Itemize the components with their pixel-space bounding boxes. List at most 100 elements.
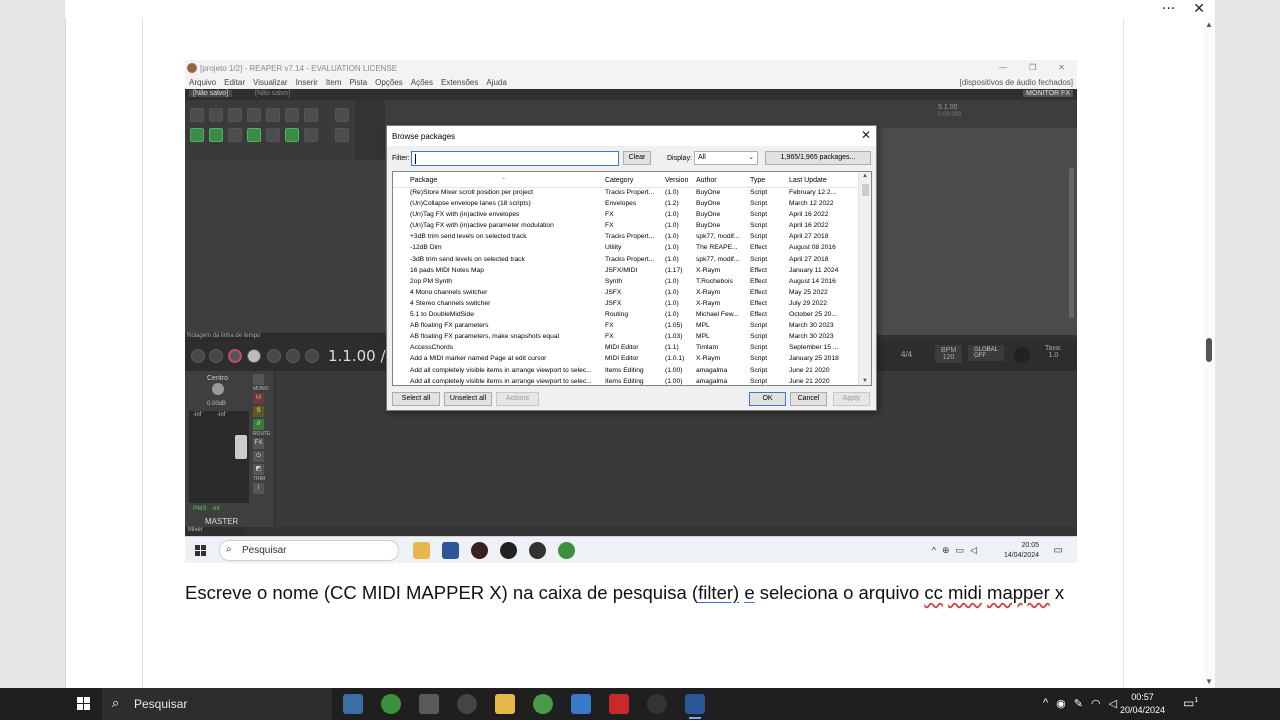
project-tab-inactive[interactable]: [Não salvo]: [255, 90, 290, 97]
tray-wifi-icon[interactable]: ◠: [1091, 697, 1101, 710]
pause-button[interactable]: [305, 349, 319, 363]
menu-inserir[interactable]: Inserir: [296, 78, 318, 87]
table-row[interactable]: -12dB Dim Utility (1.0) The REAPE... Effect A…: [393, 243, 859, 254]
bpm-display[interactable]: BPM 120: [935, 345, 963, 363]
taskbar-search-box[interactable]: ⌕ Pesquisar: [102, 688, 332, 720]
chrome-icon[interactable]: [533, 694, 553, 714]
save-project-icon[interactable]: [228, 108, 242, 122]
package-list[interactable]: ⌃ Package Category Version Author Type L…: [392, 171, 872, 386]
cancel-button[interactable]: Cancel: [790, 392, 827, 406]
inner-start-icon[interactable]: [195, 545, 207, 557]
route-button[interactable]: //: [253, 419, 264, 430]
table-row[interactable]: 4 Stereo channels switcher JSFX (1.0) X-Ray…: [393, 299, 859, 310]
table-row[interactable]: (Un)Tag FX with (in)active envelopes FX (1…: [393, 210, 859, 221]
menu-visualizar[interactable]: Visualizar: [253, 78, 288, 87]
menu-pista[interactable]: Pista: [349, 78, 367, 87]
project-settings-icon[interactable]: [247, 108, 261, 122]
arrange-vertical-scrollbar[interactable]: [1069, 168, 1074, 318]
menu-ajuda[interactable]: Ajuda: [486, 78, 506, 87]
tray-meet-icon[interactable]: ◉: [1056, 697, 1066, 710]
go-to-start-icon[interactable]: [191, 349, 205, 363]
menu-editar[interactable]: Editar: [224, 78, 245, 87]
col-author[interactable]: Author: [696, 177, 717, 184]
table-row[interactable]: +3dB trim send levels on selected track T…: [393, 232, 859, 243]
tray-pen-icon[interactable]: ✎: [1074, 697, 1083, 710]
envelope-points-icon[interactable]: [335, 128, 349, 142]
trim-button[interactable]: ◩: [253, 464, 264, 475]
table-row[interactable]: (Un)Collapse envelope lanes (18 scripts)…: [393, 199, 859, 210]
go-to-end-icon[interactable]: [209, 349, 223, 363]
fx-button[interactable]: FX: [253, 438, 264, 449]
playrate-knob[interactable]: [1014, 347, 1030, 363]
table-row[interactable]: 5.1 to DoubleMidSide Routing (1.0) Michael …: [393, 310, 859, 321]
redo-icon[interactable]: [285, 108, 299, 122]
monitor-fx-button[interactable]: MONITOR FX: [1023, 90, 1073, 97]
playrate-display[interactable]: Taxa: 1.0: [1045, 345, 1062, 359]
inner-search-box[interactable]: ⌕ Pesquisar: [219, 540, 399, 561]
mixer-tab[interactable]: Mixer: [185, 527, 245, 536]
taskbar-clock[interactable]: 00:57 20/04/2024: [1120, 691, 1165, 717]
lock-icon[interactable]: [304, 128, 318, 142]
tray-speaker-icon[interactable]: ◁: [1109, 697, 1117, 710]
solo-button[interactable]: S: [253, 406, 264, 417]
reaper-app-icon[interactable]: [558, 542, 575, 559]
table-row[interactable]: Add a MIDI marker named Page at edit cur…: [393, 354, 859, 365]
table-row[interactable]: 4 Mono channels switcher JSFX (1.0) X-Raym E…: [393, 288, 859, 299]
ok-button[interactable]: OK: [749, 392, 786, 406]
table-row[interactable]: AB floating FX parameters FX (1.05) MPL Scri…: [393, 321, 859, 332]
cross-fade-icon[interactable]: [266, 128, 280, 142]
tray-battery-icon[interactable]: ▭: [956, 545, 965, 556]
inner-notification-icon[interactable]: ▭: [1054, 545, 1063, 556]
menu-extensoes[interactable]: Extensões: [441, 78, 478, 87]
scroll-up-arrow-icon[interactable]: ▲: [1205, 20, 1213, 29]
scroll-down-arrow-icon[interactable]: ▼: [1205, 677, 1213, 686]
actions-button[interactable]: Actions: [496, 392, 539, 406]
menu-acoes[interactable]: Ações: [411, 78, 433, 87]
open-project-icon[interactable]: [209, 108, 223, 122]
clear-button[interactable]: Clear: [623, 151, 651, 165]
table-row[interactable]: (Re)Store Mixer scroll position per proj…: [393, 188, 859, 199]
word-taskbar-icon[interactable]: [685, 694, 705, 719]
table-row[interactable]: (Un)Tag FX with (in)active parameter mod…: [393, 221, 859, 232]
package-count-button[interactable]: 1,965/1,965 packages...: [765, 151, 871, 165]
undo-icon[interactable]: [266, 108, 280, 122]
file-explorer-icon[interactable]: [413, 542, 430, 559]
terminal-icon[interactable]: [419, 694, 439, 714]
dropbox-icon[interactable]: [571, 694, 591, 714]
table-row[interactable]: Add all completely visible items in arra…: [393, 366, 859, 377]
obs-taskbar-icon[interactable]: [647, 694, 667, 714]
grid-toggle-icon[interactable]: [335, 108, 349, 122]
window-close-icon[interactable]: ✕: [1058, 63, 1065, 72]
stop-button[interactable]: [286, 349, 300, 363]
play-button[interactable]: [247, 349, 261, 363]
ripple-edit-icon[interactable]: [190, 128, 204, 142]
col-type[interactable]: Type: [750, 177, 765, 184]
col-last-update[interactable]: Last Update: [789, 177, 827, 184]
apply-button[interactable]: Apply: [833, 392, 870, 406]
repeat-icon[interactable]: [267, 349, 281, 363]
metronome-icon[interactable]: [304, 108, 318, 122]
col-version[interactable]: Version: [665, 177, 688, 184]
scroll-thumb[interactable]: [1206, 338, 1212, 362]
word-icon[interactable]: [442, 542, 459, 559]
col-category[interactable]: Category: [605, 177, 633, 184]
obs-icon[interactable]: [500, 542, 517, 559]
pan-knob[interactable]: [212, 383, 224, 395]
mute-button[interactable]: M: [253, 393, 264, 404]
loop-icon[interactable]: [285, 128, 299, 142]
table-row[interactable]: 16 pads MIDI Notes Map JSFX/MIDI (1.17) X-R…: [393, 266, 859, 277]
table-row[interactable]: Add all completely visible items in arra…: [393, 377, 859, 385]
volume-fader[interactable]: [235, 435, 247, 459]
tray-chevron-icon[interactable]: ^: [932, 545, 936, 556]
tray-network-icon[interactable]: ⊕: [942, 545, 950, 556]
item-grouping-icon[interactable]: [209, 128, 223, 142]
close-icon[interactable]: ✕: [1193, 1, 1205, 17]
table-row[interactable]: 2op PM Synth Synth (1.0) T.Rochebois Effect A…: [393, 277, 859, 288]
unselect-all-button[interactable]: Unselect all: [444, 392, 492, 406]
acrobat-icon[interactable]: [609, 694, 629, 714]
widgets-icon[interactable]: [343, 694, 363, 714]
wordpress-taskbar-icon[interactable]: [457, 694, 477, 714]
inner-clock[interactable]: 20:05 14/04/2024: [1004, 541, 1039, 561]
viewer-scrollbar[interactable]: ▲ ▼: [1204, 18, 1215, 688]
snap-icon[interactable]: [247, 128, 261, 142]
